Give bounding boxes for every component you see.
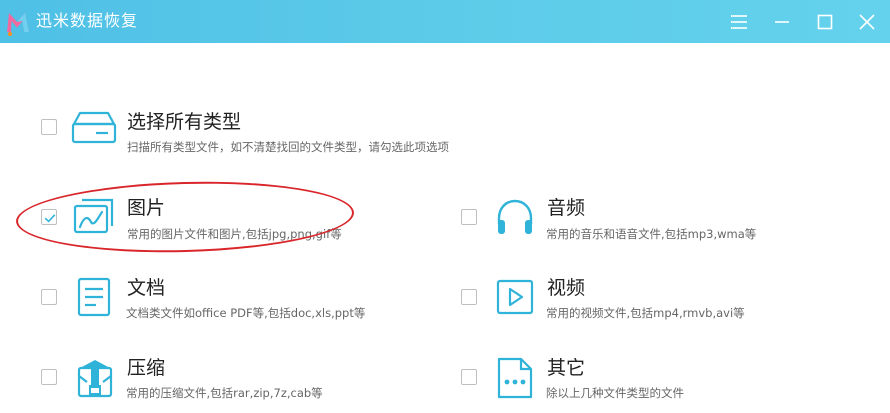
- option-documents-title: 文档: [127, 277, 166, 299]
- option-images-desc: 常用的图片文件和图片,包括jpg,png,gif等: [127, 227, 342, 241]
- option-all-types-title: 选择所有类型: [127, 111, 242, 133]
- file-more-icon: [496, 356, 534, 400]
- close-icon: [859, 14, 875, 30]
- app-title: 迅米数据恢复: [36, 11, 139, 30]
- checkbox-video[interactable]: [461, 289, 477, 305]
- checkbox-all-types[interactable]: [41, 119, 57, 135]
- highlight-ellipse: [15, 177, 355, 257]
- checkbox-images[interactable]: [41, 209, 57, 225]
- checkbox-archives[interactable]: [41, 369, 57, 385]
- checkbox-audio[interactable]: [461, 209, 477, 225]
- menu-button[interactable]: [728, 10, 752, 34]
- document-icon: [76, 276, 112, 318]
- option-audio-desc: 常用的音乐和语音文件,包括mp3,wma等: [546, 227, 757, 241]
- option-video-desc: 常用的视频文件,包括mp4,rmvb,avi等: [546, 306, 745, 320]
- checkbox-other[interactable]: [461, 369, 477, 385]
- checkmark-icon: [44, 214, 56, 223]
- minimize-icon: [775, 21, 789, 23]
- headphones-icon: [494, 196, 536, 238]
- maximize-button[interactable]: [813, 10, 837, 34]
- option-images-title: 图片: [127, 197, 166, 219]
- hard-drive-icon: [70, 110, 118, 146]
- option-other-title: 其它: [547, 357, 586, 379]
- title-bar: 迅米数据恢复: [0, 0, 890, 43]
- app-logo-icon: [4, 8, 34, 37]
- option-other-desc: 除以上几种文件类型的文件: [546, 386, 684, 400]
- close-button[interactable]: [855, 10, 879, 34]
- image-icon: [72, 196, 116, 236]
- minimize-button[interactable]: [770, 10, 794, 34]
- hamburger-icon: [731, 15, 747, 29]
- option-audio-title: 音频: [547, 197, 586, 219]
- option-video-title: 视频: [547, 277, 586, 299]
- option-all-types-desc: 扫描所有类型文件，如不清楚找回的文件类型，请勾选此项选项: [127, 140, 449, 154]
- video-play-icon: [495, 278, 535, 316]
- option-archives-desc: 常用的压缩文件,包括rar,zip,7z,cab等: [126, 386, 323, 400]
- archive-icon: [74, 356, 116, 400]
- option-archives-title: 压缩: [127, 357, 166, 379]
- checkbox-documents[interactable]: [41, 289, 57, 305]
- option-documents-desc: 文档类文件如office PDF等,包括doc,xls,ppt等: [126, 306, 366, 320]
- maximize-icon: [817, 14, 833, 30]
